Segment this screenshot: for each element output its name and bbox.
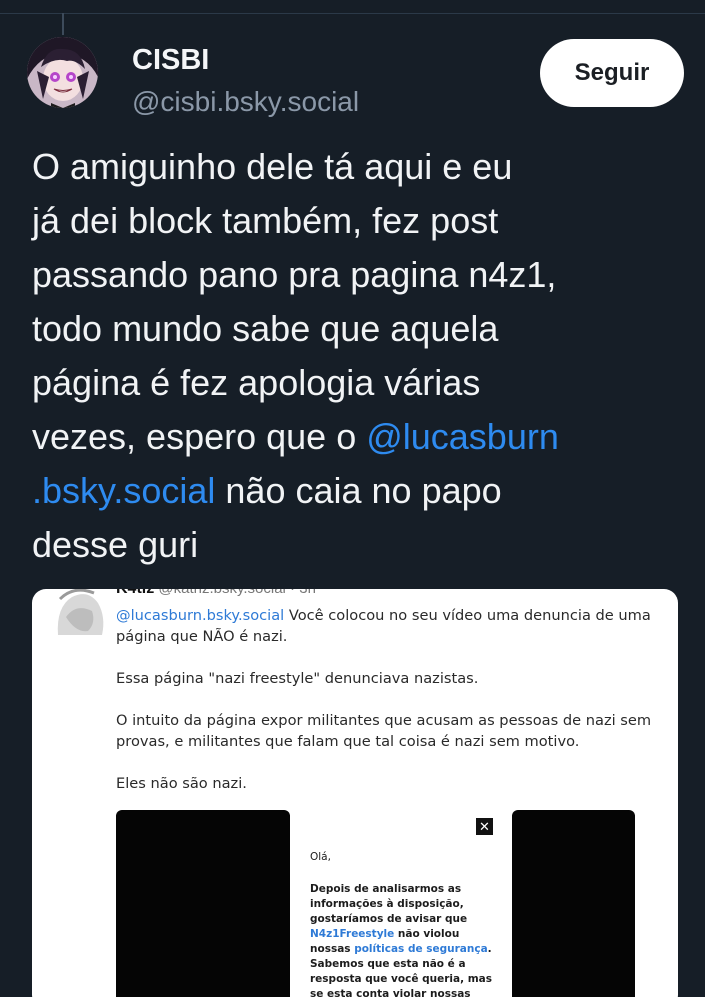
post-text: O amiguinho dele tá aqui e eu já dei blo… bbox=[32, 140, 672, 572]
post-line: desse guri bbox=[32, 524, 199, 565]
embedded-post-header: K4tiz @katriz.bsky.social · 3h bbox=[116, 589, 316, 598]
embedded-paragraph: @lucasburn.bsky.social Você colocou no s… bbox=[116, 605, 656, 647]
notification-body: Depois de analisarmos as informações à d… bbox=[310, 882, 500, 997]
embedded-black-panel-left bbox=[116, 810, 290, 997]
embedded-post-text: @lucasburn.bsky.social Você colocou no s… bbox=[116, 605, 656, 815]
embedded-mention: @lucasburn.bsky.social bbox=[116, 607, 285, 624]
post-line: página é fez apologia várias bbox=[32, 362, 481, 403]
follow-button[interactable]: Seguir bbox=[540, 39, 684, 107]
post-line: vezes, espero que o @lucasburn bbox=[32, 410, 672, 464]
thread-line bbox=[62, 13, 64, 35]
close-icon: ✕ bbox=[476, 818, 493, 835]
post-line: passando pano pra pagina n4z1, bbox=[32, 254, 557, 295]
embedded-avatar-image bbox=[52, 589, 108, 635]
top-divider bbox=[0, 13, 705, 14]
mention-link-continued[interactable]: .bsky.social bbox=[32, 470, 215, 511]
avatar-image bbox=[27, 37, 98, 108]
display-name[interactable]: CISBI bbox=[132, 44, 209, 77]
embedded-paragraph: Essa página "nazi freestyle" denunciava … bbox=[116, 670, 479, 687]
post-line: .bsky.social não caia no papo bbox=[32, 464, 672, 518]
notification-greeting: Olá, bbox=[310, 851, 331, 863]
post-line: O amiguinho dele tá aqui e eu bbox=[32, 146, 513, 187]
post-line: já dei block também, fez post bbox=[32, 200, 499, 241]
handle[interactable]: @cisbi.bsky.social bbox=[132, 86, 359, 118]
embedded-paragraph: O intuito da página expor militantes que… bbox=[116, 712, 652, 750]
embedded-black-panel-right bbox=[512, 810, 635, 997]
avatar[interactable] bbox=[27, 37, 98, 108]
embedded-image[interactable]: K4tiz @katriz.bsky.social · 3h @lucasbur… bbox=[32, 589, 678, 997]
embedded-author-handle: @katriz.bsky.social bbox=[158, 589, 285, 597]
notification-link: políticas de segurança bbox=[354, 943, 488, 955]
embedded-author-name: K4tiz bbox=[116, 589, 154, 597]
notification-segment: Depois de analisarmos as informações à d… bbox=[310, 883, 468, 925]
post-text-segment: não caia no papo bbox=[215, 470, 502, 511]
embedded-paragraph: Eles não são nazi. bbox=[116, 775, 247, 792]
embedded-notification-card: ✕ Olá, Depois de analisarmos as informaç… bbox=[290, 810, 512, 997]
post-line: todo mundo sabe que aquela bbox=[32, 308, 499, 349]
mention-link[interactable]: @lucasburn bbox=[366, 416, 559, 457]
notification-link: N4z1Freestyle bbox=[310, 928, 395, 940]
post-text-segment: vezes, espero que o bbox=[32, 416, 367, 457]
notification-text: Olá, Depois de analisarmos as informaçõe… bbox=[310, 850, 500, 997]
embedded-post-time: · 3h bbox=[286, 589, 316, 597]
